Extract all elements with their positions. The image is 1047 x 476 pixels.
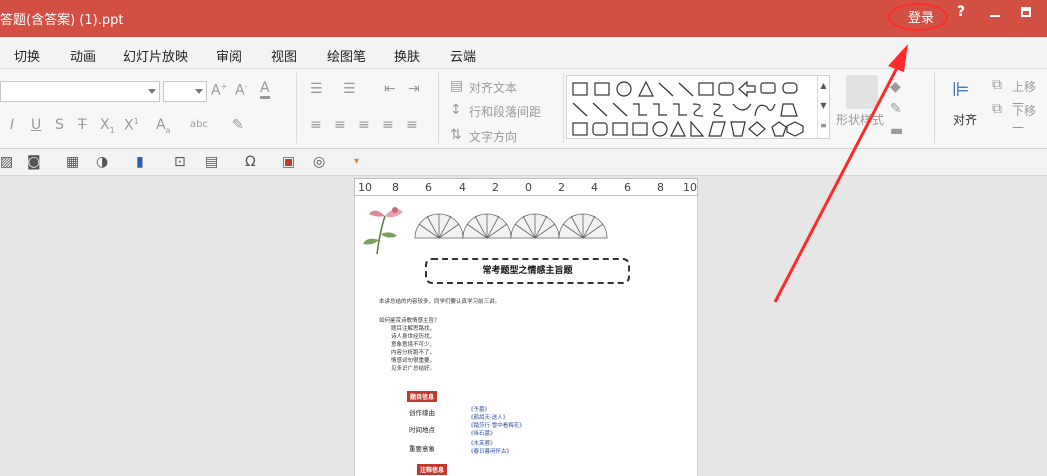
font-color-icon[interactable]: A [260,81,270,99]
font-size-combo[interactable] [163,81,207,102]
align-right-icon[interactable]: ≡ [358,117,370,133]
increase-indent-icon[interactable]: ⇥ [408,81,420,97]
shape-style-button[interactable]: 形状样式 [836,111,884,128]
section-tag-notes-info: 注释信息 [417,464,448,475]
justify-icon[interactable]: ≡ [382,117,394,133]
document-title: 常考题型之情感主旨题 [425,258,630,284]
align-text-button[interactable]: 对齐文本 [469,79,517,96]
font-grow-icon[interactable]: A+ [211,82,227,99]
align-button[interactable]: 对齐 [953,111,977,128]
screenshot-icon[interactable]: ◙ [27,154,41,170]
bullet-list-icon[interactable]: ☰ [310,81,323,97]
underline-icon[interactable]: U [31,117,41,133]
audio-icon[interactable]: ◎ [313,154,325,170]
restore-icon[interactable] [1021,7,1031,17]
window-title: 答题(含答案) (1).ppt [0,13,124,28]
shape-gallery[interactable]: ▲ ▼ ≡ [566,75,830,139]
align-left-icon[interactable]: ≡ [310,117,322,133]
minimize-icon[interactable] [990,15,1000,17]
gallery-icon[interactable]: ▦ [66,154,79,170]
move-down-icon: ⧉ [992,101,1002,117]
line-spacing-button[interactable]: 行和段落间距 [469,103,541,120]
title-bar: 答题(含答案) (1).ppt 登录 ? [0,0,1047,37]
align-text-icon: ▤ [450,78,464,94]
subscript-icon[interactable]: X1 [100,117,115,135]
question-text: 如何鉴赏诗歌情感主旨？ [379,318,440,324]
select-icon[interactable]: ⊡ [174,154,186,170]
intro-text: 本讲总结的内容较多，同学们要认真学习前三讲。 [379,299,501,305]
menu-bar: 切换 动画 幻灯片放映 审阅 视图 绘图笔 换肤 云端 [0,37,1047,69]
shape-outline-icon[interactable]: ✎ [890,101,902,117]
document-page[interactable]: 常考题型之情感主旨题 本讲总结的内容较多，同学们要认真学习前三讲。 如何鉴赏诗歌… [354,196,698,476]
shadow-icon[interactable]: S [55,117,64,133]
distributed-icon[interactable]: ≡ [406,117,418,133]
italic-icon[interactable]: I [10,117,14,133]
menu-slideshow[interactable]: 幻灯片放映 [123,46,188,65]
clear-format-icon[interactable]: ✎ [232,117,244,133]
align-icon[interactable]: ⊫ [952,77,969,101]
font-shrink-icon[interactable]: A- [235,82,247,99]
annotation-circle [888,3,948,31]
flower-fan-decoration [363,207,608,255]
shape-fill-icon[interactable]: ◆ [890,79,901,95]
more-icon[interactable]: ▾ [354,156,359,167]
media-icon[interactable]: ▣ [282,154,295,170]
align-center-icon[interactable]: ≡ [334,117,346,133]
move-down-button[interactable]: 下移一 [1012,102,1047,136]
numbered-list-icon[interactable]: ☰ [343,81,356,97]
shapes-icon[interactable]: ◑ [96,154,108,170]
font-name-combo[interactable] [0,81,160,102]
menu-transition[interactable]: 切换 [14,46,40,65]
menu-pen[interactable]: 绘图笔 [327,46,366,65]
shape-gallery-scroll[interactable]: ▲ ▼ ≡ [817,76,829,138]
move-up-icon: ⧉ [992,77,1002,93]
text-direction-icon: ⇅ [450,127,462,143]
menu-review[interactable]: 审阅 [216,46,242,65]
horizontal-ruler: 10 8 6 4 2 0 2 4 6 8 10 [354,178,698,196]
menu-skin[interactable]: 换肤 [394,46,420,65]
menu-cloud[interactable]: 云端 [450,46,476,65]
superscript-icon[interactable]: X1 [124,117,139,134]
chart-icon[interactable]: ▮ [136,154,144,170]
ribbon: A+ A- A I U S T X1 X1 Aa abc ✎ ☰ ☰ ⇤ ⇥ ≡… [0,69,1047,149]
menu-view[interactable]: 视图 [271,46,297,65]
symbol-icon[interactable]: Ω [245,154,256,170]
menu-animation[interactable]: 动画 [70,46,96,65]
line-spacing-icon: ↕ [450,102,462,118]
strikethrough-icon[interactable]: T [78,117,87,133]
textbox-icon[interactable]: ▤ [205,154,218,170]
shape-effect-icon[interactable]: ▬ [890,123,903,139]
shape-style-icon [846,75,878,109]
text-effect-icon[interactable]: abc [190,119,208,130]
insert-toolbar: ▨ ◙ ▦ ◑ ▮ ⊡ ▤ Ω ▣ ◎ ▾ [0,149,1047,176]
section-tag-title-info: 题目信息 [407,391,438,402]
text-direction-button[interactable]: 文字方向 [469,128,517,145]
char-spacing-icon[interactable]: Aa [156,117,170,135]
decrease-indent-icon[interactable]: ⇤ [384,81,396,97]
picture-icon[interactable]: ▨ [0,154,13,170]
help-button[interactable]: ? [957,4,965,20]
